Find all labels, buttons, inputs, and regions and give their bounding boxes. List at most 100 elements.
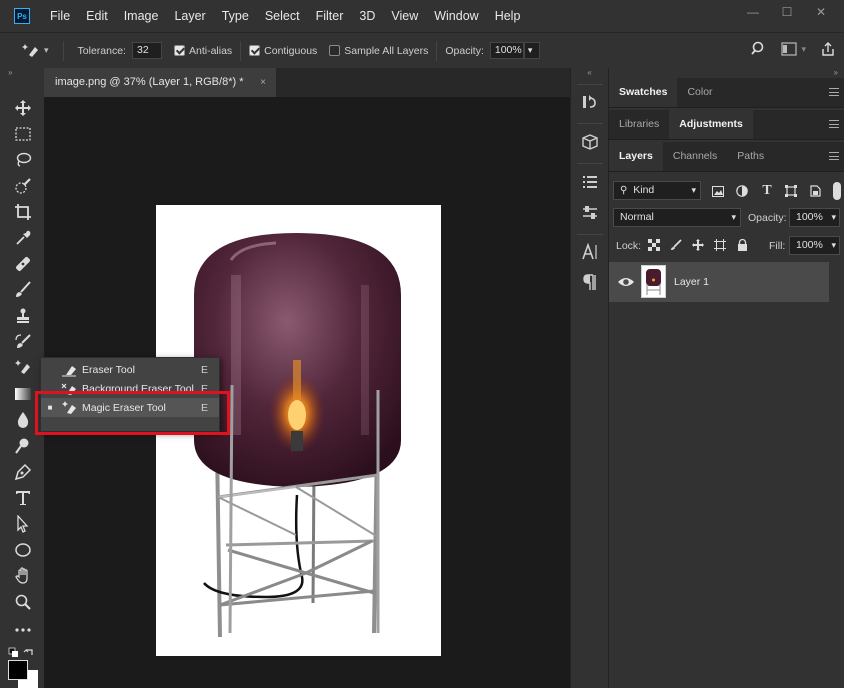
- layer-row[interactable]: Layer 1: [609, 262, 829, 302]
- healing-brush-tool[interactable]: [8, 252, 38, 276]
- collapse-strip-icon[interactable]: «: [571, 68, 608, 78]
- move-tool[interactable]: [8, 96, 38, 120]
- lock-artboard-icon[interactable]: [713, 238, 727, 252]
- rectangular-marquee-icon: [15, 127, 31, 141]
- menu-help[interactable]: Help: [487, 0, 529, 32]
- filter-smart-object-icon[interactable]: [808, 184, 822, 198]
- flyout-item-shortcut: E: [201, 363, 209, 376]
- magic-eraser-icon: [22, 43, 38, 57]
- filter-shape-icon[interactable]: [784, 184, 798, 198]
- tab-channels[interactable]: Channels: [663, 141, 727, 171]
- close-tab-icon[interactable]: ×: [260, 68, 266, 97]
- contiguous-checkbox[interactable]: Contiguous: [249, 45, 317, 57]
- panel-menu-icon[interactable]: [829, 152, 839, 160]
- eye-icon[interactable]: [617, 274, 635, 290]
- brush-tool[interactable]: [8, 278, 38, 302]
- lock-pixels-icon[interactable]: [669, 238, 683, 252]
- layer-filter-kind-dropdown[interactable]: ⚲ Kind ▾: [613, 181, 701, 200]
- document-tab[interactable]: image.png @ 37% (Layer 1, RGB/8*) * ×: [44, 68, 276, 97]
- divider: [577, 163, 603, 164]
- menu-file[interactable]: File: [42, 0, 78, 32]
- shape-tool[interactable]: [8, 538, 38, 562]
- quick-selection-tool[interactable]: [8, 174, 38, 198]
- tab-libraries[interactable]: Libraries: [609, 109, 669, 139]
- clone-stamp-tool[interactable]: [8, 304, 38, 328]
- filter-toggle-switch[interactable]: [833, 182, 841, 200]
- marquee-tool[interactable]: [8, 122, 38, 146]
- menu-select[interactable]: Select: [257, 0, 308, 32]
- tab-color[interactable]: Color: [677, 77, 722, 107]
- layer-opacity-input[interactable]: 100% ▾: [789, 208, 840, 227]
- tab-swatches[interactable]: Swatches: [609, 77, 678, 107]
- adjust-sliders-icon[interactable]: [580, 202, 600, 222]
- properties-panel-icon[interactable]: [580, 172, 600, 192]
- tolerance-input[interactable]: 32: [131, 42, 162, 59]
- maximize-button[interactable]: ☐: [772, 4, 802, 20]
- tolerance-label: Tolerance:: [77, 44, 126, 57]
- dodge-tool[interactable]: [8, 434, 38, 458]
- blur-tool[interactable]: [8, 408, 38, 432]
- share-icon[interactable]: [820, 41, 836, 57]
- history-brush-tool[interactable]: [8, 330, 38, 354]
- edit-toolbar-button[interactable]: [8, 618, 38, 642]
- minimize-button[interactable]: —: [738, 4, 768, 20]
- panel-menu-icon[interactable]: [829, 88, 839, 96]
- anti-alias-checkbox[interactable]: Anti-alias: [173, 45, 232, 57]
- lock-transparent-icon[interactable]: [647, 238, 661, 252]
- opacity-input[interactable]: 100%: [489, 42, 524, 59]
- filter-pixel-icon[interactable]: [711, 184, 725, 198]
- flyout-item-eraser[interactable]: Eraser Tool E: [41, 360, 219, 379]
- tool-preset-picker[interactable]: ▾: [22, 42, 49, 60]
- brush-icon: [16, 281, 31, 297]
- 3d-panel-icon[interactable]: [580, 132, 600, 152]
- menu-type[interactable]: Type: [214, 0, 257, 32]
- menu-window[interactable]: Window: [426, 0, 486, 32]
- character-panel-icon[interactable]: [580, 242, 600, 262]
- history-panel-icon[interactable]: [580, 92, 600, 112]
- path-selection-tool[interactable]: [8, 512, 38, 536]
- menu-filter[interactable]: Filter: [308, 0, 352, 32]
- divider: [436, 40, 438, 61]
- default-colors-swap[interactable]: [8, 646, 38, 658]
- lock-all-icon[interactable]: [735, 238, 749, 252]
- tab-paths[interactable]: Paths: [727, 141, 774, 171]
- panel-menu-icon[interactable]: [829, 120, 839, 128]
- crop-tool[interactable]: [8, 200, 38, 224]
- fill-input[interactable]: 100% ▾: [789, 236, 840, 255]
- eyedropper-tool[interactable]: [8, 226, 38, 250]
- pen-tool[interactable]: [8, 460, 38, 484]
- type-tool[interactable]: [8, 486, 38, 510]
- hand-tool[interactable]: [8, 564, 38, 588]
- fill-value: 100%: [796, 239, 823, 251]
- menu-edit[interactable]: Edit: [78, 0, 116, 32]
- divider: [577, 234, 603, 235]
- toolbar-collapse-icon[interactable]: »: [0, 68, 44, 78]
- workspace-icon: [781, 42, 798, 56]
- tab-layers[interactable]: Layers: [609, 141, 663, 171]
- divider: [240, 40, 242, 61]
- menu-view[interactable]: View: [383, 0, 426, 32]
- menu-3d[interactable]: 3D: [351, 0, 383, 32]
- crop-icon: [15, 204, 31, 220]
- search-icon[interactable]: [751, 41, 767, 57]
- tab-adjustments[interactable]: Adjustments: [669, 109, 753, 139]
- zoom-tool[interactable]: [8, 590, 38, 614]
- filter-adjustment-icon[interactable]: [735, 184, 749, 198]
- layer-opacity-label: Opacity:: [748, 212, 787, 224]
- foreground-color-swatch[interactable]: [8, 660, 28, 680]
- sample-all-layers-checkbox[interactable]: Sample All Layers: [329, 45, 428, 57]
- eraser-tool-group[interactable]: [8, 356, 38, 380]
- lasso-tool[interactable]: [8, 148, 38, 172]
- opacity-dropdown[interactable]: ▾: [523, 42, 540, 59]
- divider: [62, 40, 64, 61]
- blend-mode-dropdown[interactable]: Normal ▾: [613, 208, 741, 227]
- lock-position-icon[interactable]: [691, 238, 705, 252]
- filter-type-icon[interactable]: T: [760, 183, 774, 198]
- checkbox-box: [173, 45, 185, 56]
- menu-layer[interactable]: Layer: [166, 0, 213, 32]
- close-button[interactable]: ✕: [806, 4, 836, 20]
- menu-image[interactable]: Image: [116, 0, 167, 32]
- gradient-tool[interactable]: [8, 382, 38, 406]
- paragraph-panel-icon[interactable]: [580, 272, 600, 292]
- workspace-switcher[interactable]: ▾: [781, 42, 806, 56]
